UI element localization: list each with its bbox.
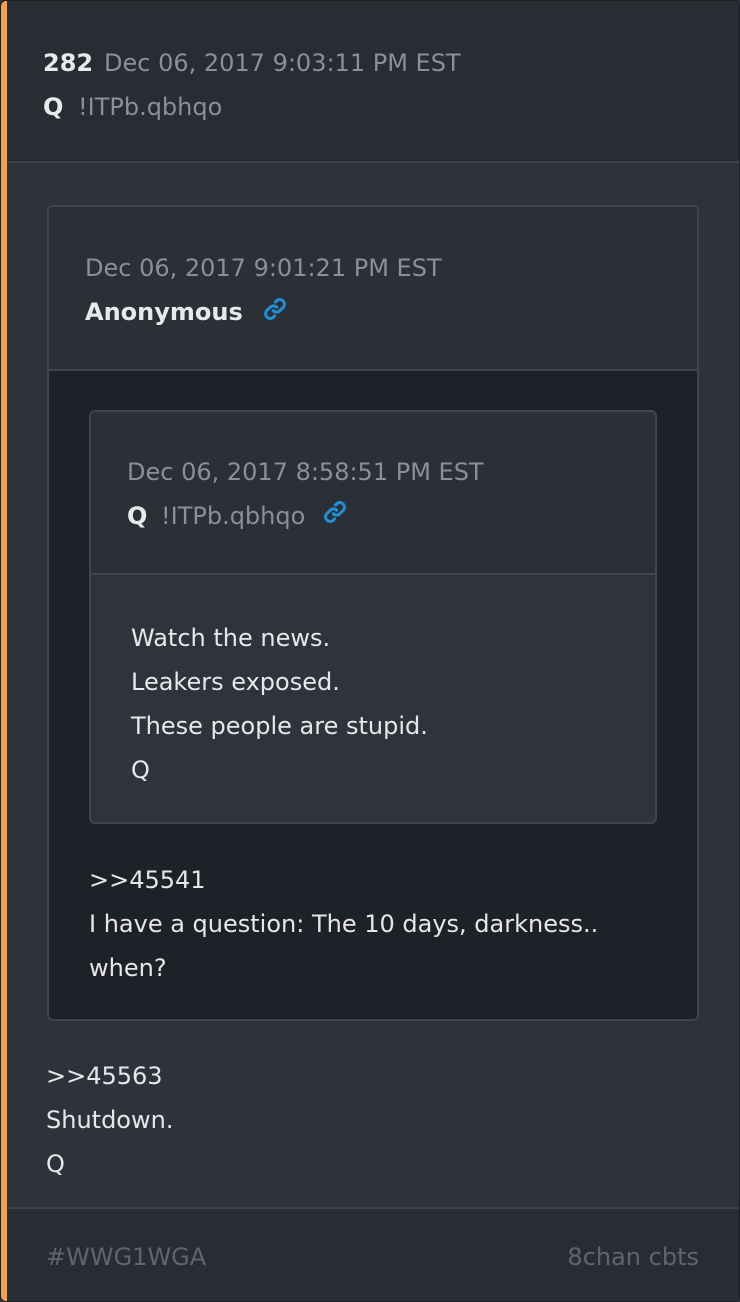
post-header: 282 Dec 06, 2017 9:03:11 PM EST Q !ITPb.… [7,1,739,163]
hashtag: #WWG1WGA [46,1243,207,1271]
post-reply-link[interactable]: >>45563 [46,1064,163,1088]
quoted-reply-link[interactable]: >>45541 [89,868,206,892]
post-card: 282 Dec 06, 2017 9:03:11 PM EST Q !ITPb.… [0,0,740,1302]
nested-post-header: Dec 06, 2017 8:58:51 PM EST Q !ITPb.qbhq… [91,412,655,575]
post-timestamp: Dec 06, 2017 9:03:11 PM EST [104,49,461,77]
source-label: 8chan cbts [567,1243,699,1271]
quoted-body-line: I have a question: The 10 days, darkness… [89,910,599,938]
post-tripcode: !ITPb.qbhqo [78,93,223,121]
post-footer: #WWG1WGA 8chan cbts [7,1207,739,1301]
nested-author: Q [127,502,148,530]
nested-body-line: Q [131,756,150,784]
nested-tripcode: !ITPb.qbhqo [161,502,306,530]
nested-body-line: Watch the news. [131,624,331,652]
link-icon[interactable] [321,498,349,526]
post-body-line: Shutdown. [46,1106,174,1134]
nested-body-line: Leakers exposed. [131,668,340,696]
nested-timestamp: Dec 06, 2017 8:58:51 PM EST [127,458,484,486]
nested-body-line: These people are stupid. [131,712,428,740]
quoted-body-line: when? [89,954,167,982]
post-body-line: Q [46,1150,65,1178]
link-icon[interactable] [261,295,289,323]
quoted-timestamp: Dec 06, 2017 9:01:21 PM EST [85,254,442,282]
post-number: 282 [43,49,94,77]
post-author: Q [43,93,64,121]
nested-quoted-post: Dec 06, 2017 8:58:51 PM EST Q !ITPb.qbhq… [89,410,657,824]
quoted-author: Anonymous [85,298,243,326]
quoted-post: Dec 06, 2017 9:01:21 PM EST Anonymous De… [47,205,699,1021]
accent-bar [1,1,7,1301]
quoted-post-header: Dec 06, 2017 9:01:21 PM EST Anonymous [49,207,697,371]
